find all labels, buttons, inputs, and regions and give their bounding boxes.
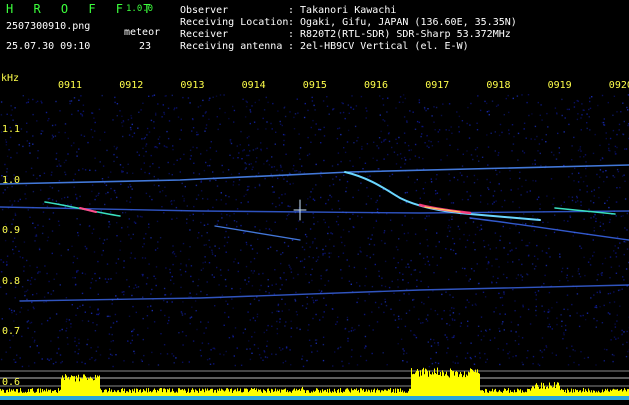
- freq-tick-label: 1.0: [2, 175, 20, 187]
- meteor-label: meteor: [124, 27, 160, 39]
- time-tick-label: 0917: [425, 80, 449, 92]
- freq-tick-label: 0.6: [2, 377, 20, 389]
- receiver-key: Receiver: [180, 29, 228, 41]
- antenna-value: : 2el-HB9CV Vertical (el. E-W): [288, 41, 469, 53]
- time-tick-label: 0913: [180, 80, 204, 92]
- freq-tick-label: 0.9: [2, 225, 20, 237]
- time-tick-label: 0920: [609, 80, 629, 92]
- app-version: 1.0.0: [126, 4, 153, 14]
- location-value: : Ogaki, Gifu, JAPAN (136.60E, 35.35N): [288, 17, 517, 29]
- axis-unit: kHz: [1, 73, 19, 85]
- file-name: 2507300910.png: [6, 21, 90, 33]
- freq-tick-label: 1.1: [2, 124, 20, 136]
- time-tick-label: 0911: [58, 80, 82, 92]
- observer-value: : Takanori Kawachi: [288, 5, 396, 17]
- observer-key: Observer: [180, 5, 228, 17]
- receiver-value: : R820T2(RTL-SDR) SDR-Sharp 53.372MHz: [288, 29, 511, 41]
- spectrogram: kHz 0911 0912 0913 0914 0915 0916 0917 0918 0919…: [0, 74, 629, 400]
- time-tick-label: 0918: [486, 80, 510, 92]
- time-tick-label: 0914: [242, 80, 266, 92]
- freq-tick-label: 0.7: [2, 326, 20, 338]
- time-tick-label: 0912: [119, 80, 143, 92]
- location-key: Receiving Location: [180, 17, 288, 29]
- date-time: 25.07.30 09:10: [6, 41, 90, 53]
- info-header: H R O F F T 1.0.0 2507300910.png meteor …: [0, 0, 629, 74]
- time-tick-label: 0919: [548, 80, 572, 92]
- time-tick-label: 0915: [303, 80, 327, 92]
- time-tick-label: 0916: [364, 80, 388, 92]
- spectrogram-plot: [0, 74, 629, 400]
- antenna-key: Receiving antenna: [180, 41, 282, 53]
- freq-tick-label: 0.8: [2, 276, 20, 288]
- meteor-count: 23: [139, 41, 151, 53]
